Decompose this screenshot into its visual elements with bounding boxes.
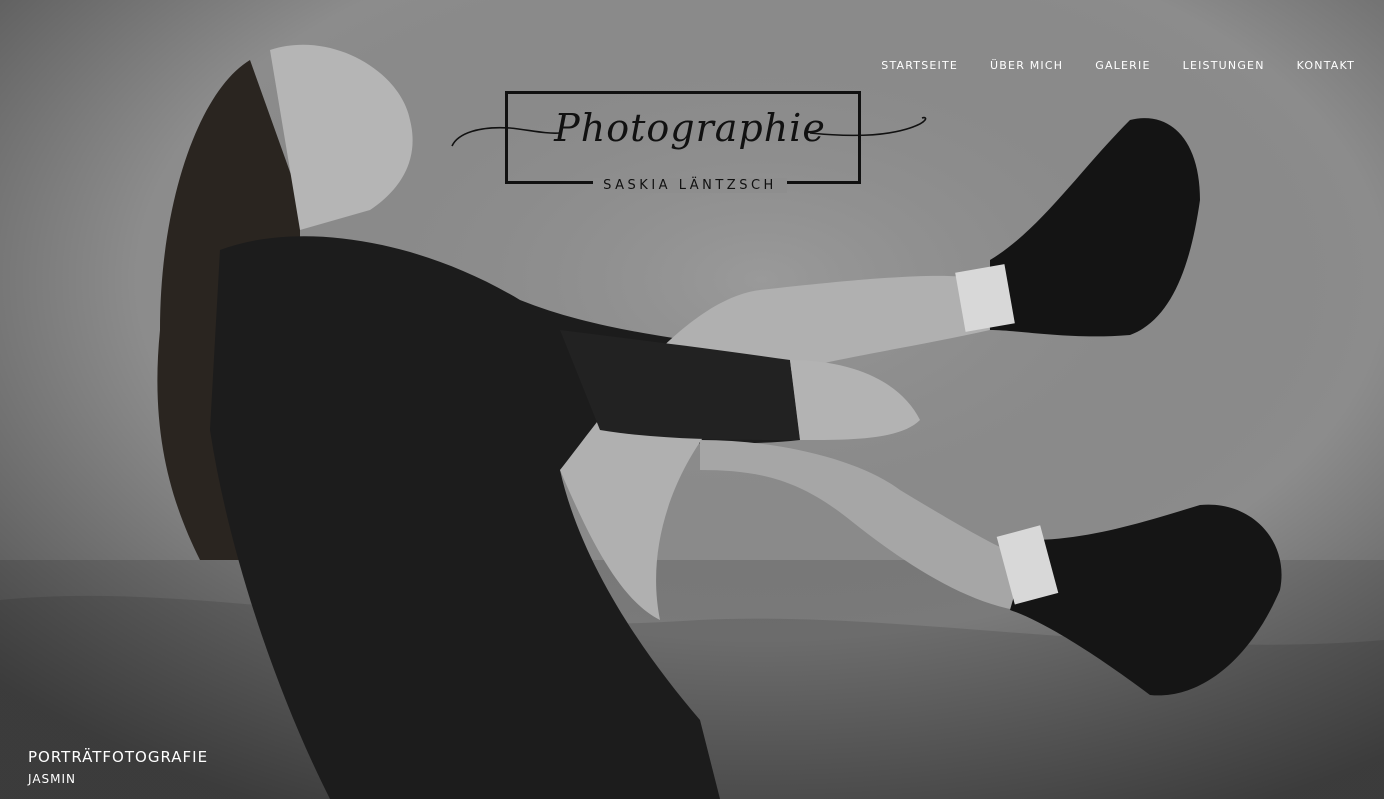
nav-item-galerie[interactable]: GALERIE: [1095, 59, 1150, 73]
logo-name-text: SASKIA LÄNTZSCH: [593, 178, 787, 193]
site-logo[interactable]: Photographie SASKIA LÄNTZSCH: [450, 88, 930, 194]
nav-item-startseite[interactable]: STARTSEITE: [881, 59, 958, 73]
nav-item-kontakt[interactable]: KONTAKT: [1297, 59, 1355, 73]
slide-caption: PORTRÄTFOTOGRAFIE JASMIN: [28, 748, 208, 786]
nav-item-ueber-mich[interactable]: ÜBER MICH: [990, 59, 1063, 73]
main-nav: STARTSEITE ÜBER MICH GALERIE LEISTUNGEN …: [881, 59, 1355, 73]
caption-category: PORTRÄTFOTOGRAFIE: [28, 748, 209, 766]
logo-name: SASKIA LÄNTZSCH: [450, 178, 930, 193]
hero-section: STARTSEITE ÜBER MICH GALERIE LEISTUNGEN …: [0, 0, 1384, 799]
logo-script-text: Photographie: [554, 106, 826, 150]
nav-item-leistungen[interactable]: LEISTUNGEN: [1183, 59, 1265, 73]
caption-subject: JASMIN: [28, 772, 77, 786]
